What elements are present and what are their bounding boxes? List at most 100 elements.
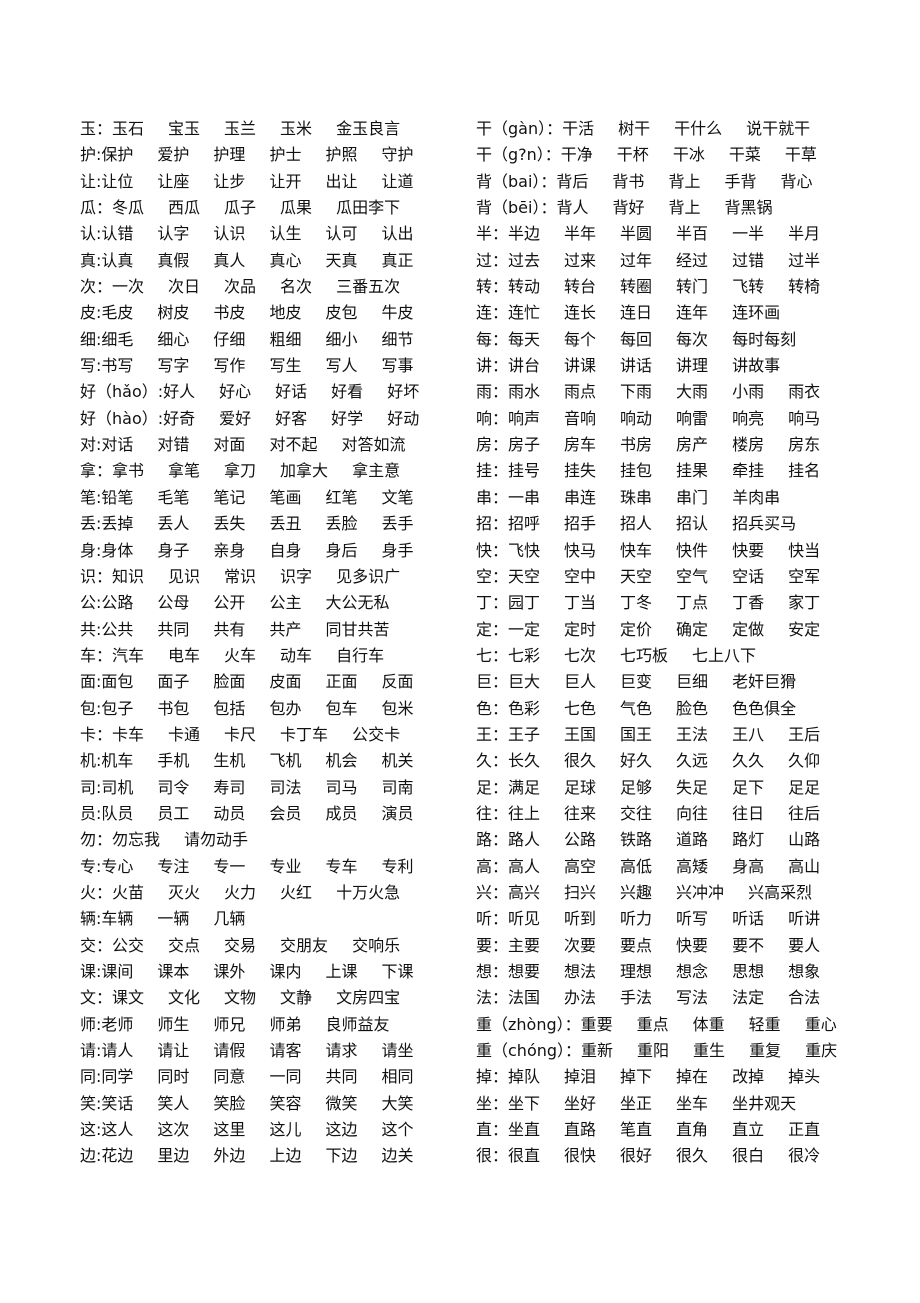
word: 丁冬 [620,593,653,613]
word: 快要 [676,935,709,955]
word-row: 丢:丢掉 丢人 丢失 丢丑 丢脸 丢手 [80,511,419,537]
word: 音响 [564,408,597,428]
word: 转椅 [788,277,821,297]
word: 一同 [269,1067,302,1087]
row-head-word: 王：王子 [476,724,541,744]
word: 手背 [724,171,757,191]
word-row: 路：路人 公路 铁路 道路 路灯 山路 [476,827,837,853]
word: 让座 [157,171,190,191]
word: 快要 [732,540,765,560]
word: 共同 [157,619,190,639]
row-head-word: 挂：挂号 [476,461,541,481]
row-head-word: 专:专心 [80,856,134,876]
row-head-word: 快：飞快 [476,540,541,560]
row-head-word: 重（zhòng）：重要 [476,1014,613,1034]
word: 说干就干 [746,119,811,138]
word: 细小 [325,329,358,349]
word: 背心 [780,171,813,191]
word-row: 机:机车 手机 生机 飞机 机会 机关 [80,748,419,774]
word-row: 快：飞快 快马 快车 快件 快要 快当 [476,538,837,564]
word: 重点 [636,1014,669,1034]
word: 交易 [224,935,257,955]
row-head-word: 高：高人 [476,856,541,876]
word: 自行车 [336,645,385,665]
word: 拿刀 [224,461,257,481]
word-row: 同:同学 同时 同意 一同 共同 相同 [80,1064,419,1090]
word: 定时 [564,619,597,639]
row-head-word: 同:同学 [80,1067,134,1087]
row-head-word: 好（hào）:好奇 [80,408,196,428]
row-head-word: 公:公路 [80,593,134,613]
word: 国王 [620,724,653,744]
word: 直角 [676,1120,709,1140]
word: 这里 [213,1120,246,1140]
word: 坐井观天 [732,1093,797,1113]
word-row: 直：坐直 直路 笔直 直角 直立 正直 [476,1117,837,1143]
word-row: 认:认错 认字 认识 认生 认可 认出 [80,221,419,247]
word: 掉下 [620,1067,653,1087]
row-head-word: 师:老师 [80,1014,134,1034]
word: 正直 [788,1120,821,1140]
word: 听写 [676,909,709,929]
word: 同时 [157,1067,190,1087]
word-row: 次：一次 次日 次品 名次 三番五次 [80,274,419,300]
word: 七次 [564,645,597,665]
word: 很快 [564,1146,597,1166]
word: 亲身 [213,540,246,560]
row-head-word: 雨：雨水 [476,382,541,402]
word: 确定 [676,619,709,639]
word: 见识 [168,566,201,586]
word: 面子 [157,672,190,692]
word: 道路 [676,830,709,850]
word: 红笔 [325,487,358,507]
word: 讲课 [564,356,597,376]
word: 挂果 [676,461,709,481]
word-row: 坐：坐下 坐好 坐正 坐车 坐井观天 [476,1091,837,1117]
word: 招人 [620,514,653,534]
word: 这边 [325,1120,358,1140]
word: 直路 [564,1120,597,1140]
word: 护照 [325,145,358,165]
row-head-word: 文：课文 [80,988,145,1008]
word: 半月 [788,224,821,244]
word-row: 细:细毛 细心 仔细 粗细 细小 细节 [80,327,419,353]
word: 专车 [325,856,358,876]
word: 共同 [325,1067,358,1087]
word: 重生 [693,1041,726,1061]
word: 干草 [784,145,817,165]
word: 天真 [325,250,358,270]
word: 背黑锅 [724,198,773,218]
word: 干什么 [674,119,723,138]
word: 法定 [732,988,765,1008]
word-row: 笑:笑话 笑人 笑脸 笑容 微笑 大笑 [80,1091,419,1117]
word: 文静 [280,988,313,1008]
word: 爱好 [219,408,252,428]
word: 公主 [269,593,302,613]
word: 很好 [620,1146,653,1166]
row-head-word: 讲：讲台 [476,356,541,376]
word: 这个 [381,1120,414,1140]
row-head-word: 久：长久 [476,751,541,771]
word: 护理 [213,145,246,165]
word: 笑容 [269,1093,302,1113]
word: 很白 [732,1146,765,1166]
row-head-word: 边:花边 [80,1146,134,1166]
word: 空军 [788,566,821,586]
row-head-word: 共:公共 [80,619,134,639]
word: 丁点 [676,593,709,613]
word: 书房 [620,435,653,455]
word: 身子 [157,540,190,560]
word: 皮面 [269,672,302,692]
word: 连日 [620,303,653,323]
word: 火红 [280,882,313,902]
row-head-word: 干（gàn）：干活 [476,119,595,138]
word: 高矮 [676,856,709,876]
word: 下雨 [620,382,653,402]
word: 雨点 [564,382,597,402]
word: 身后 [325,540,358,560]
row-head-word: 车：汽车 [80,645,145,665]
word-row: 往：往上 往来 交往 向往 往日 往后 [476,801,837,827]
word: 成员 [325,803,358,823]
row-head-word: 机:机车 [80,751,134,771]
word: 公开 [213,593,246,613]
